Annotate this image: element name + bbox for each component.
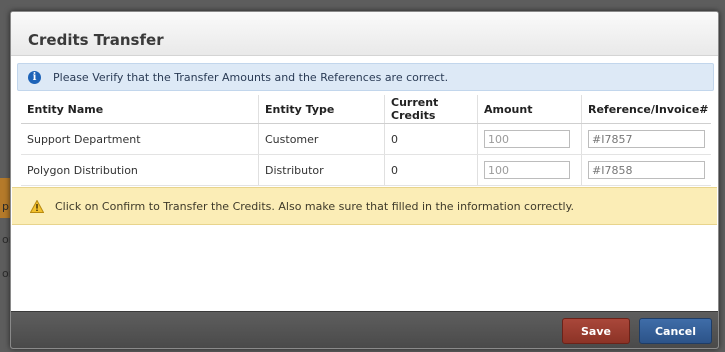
save-button[interactable]: Save [562, 318, 630, 344]
background-text: p [2, 200, 9, 213]
info-circle-icon: i [28, 70, 41, 84]
table-row: Polygon Distribution Distributor 0 [21, 154, 711, 186]
info-message: Please Verify that the Transfer Amounts … [53, 70, 449, 84]
reference-cell [581, 154, 711, 186]
amount-input[interactable] [484, 161, 570, 179]
amount-cell [477, 154, 582, 186]
dialog-title: Credits Transfer [28, 31, 164, 49]
entity-name-cell: Polygon Distribution [21, 154, 259, 186]
reference-cell [581, 123, 711, 155]
cancel-button[interactable]: Cancel [639, 318, 712, 344]
header-entity-name: Entity Name [21, 95, 259, 124]
amount-input[interactable] [484, 130, 570, 148]
table-header-row: Entity Name Entity Type Current Credits … [21, 95, 711, 124]
table-row: Support Department Customer 0 [21, 123, 711, 155]
amount-cell [477, 123, 582, 155]
dialog-footer: Save Cancel [11, 311, 718, 348]
credits-transfer-dialog: Credits Transfer i Please Verify that th… [10, 11, 719, 349]
warning-message-bar: Click on Confirm to Transfer the Credits… [12, 187, 717, 225]
reference-input[interactable] [588, 130, 705, 148]
warning-message: Click on Confirm to Transfer the Credits… [55, 199, 575, 213]
entity-name-cell: Support Department [21, 123, 259, 155]
reference-input[interactable] [588, 161, 705, 179]
warning-triangle-icon [30, 199, 44, 213]
header-entity-type: Entity Type [258, 95, 385, 124]
current-credits-cell: 0 [384, 154, 478, 186]
current-credits-cell: 0 [384, 123, 478, 155]
entity-type-cell: Distributor [258, 154, 385, 186]
info-message-bar: i Please Verify that the Transfer Amount… [17, 63, 714, 91]
header-amount: Amount [477, 95, 582, 124]
entity-type-cell: Customer [258, 123, 385, 155]
header-current-credits: Current Credits [384, 95, 478, 124]
credits-table: Entity Name Entity Type Current Credits … [21, 95, 711, 186]
dialog-header: Credits Transfer [11, 12, 718, 56]
header-reference: Reference/Invoice# [581, 95, 711, 124]
